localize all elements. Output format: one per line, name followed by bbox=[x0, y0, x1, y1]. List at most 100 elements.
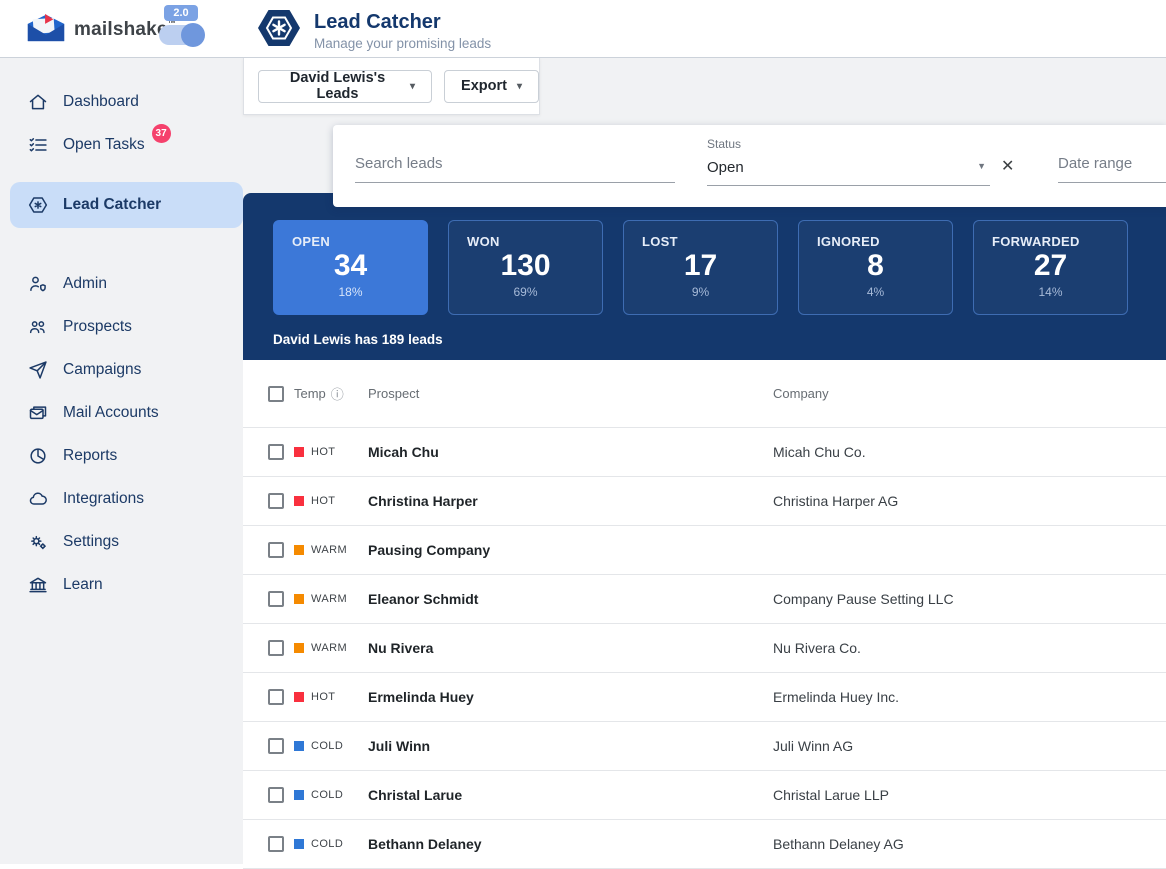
table-row[interactable]: HOT Christina Harper Christina Harper AG bbox=[243, 477, 1166, 526]
sidebar-item[interactable]: Admin bbox=[0, 262, 243, 305]
stat-card[interactable]: WON 130 69% bbox=[448, 220, 603, 315]
stat-card-value: 17 bbox=[624, 250, 777, 282]
row-checkbox[interactable] bbox=[268, 738, 284, 754]
sidebar-item[interactable]: Learn bbox=[0, 563, 243, 606]
sidebar-item[interactable]: Prospects bbox=[0, 305, 243, 348]
row-checkbox[interactable] bbox=[268, 444, 284, 460]
leads-table: Temp ⓘ Prospect Company HOT Micah Chu Mi… bbox=[243, 360, 1166, 864]
stat-card[interactable]: LOST 17 9% bbox=[623, 220, 778, 315]
export-button[interactable]: Export ▾ bbox=[444, 70, 539, 103]
company-name: Christina Harper AG bbox=[773, 493, 1166, 509]
stat-card-percent: 9% bbox=[624, 285, 777, 299]
temp-color-icon bbox=[294, 790, 304, 800]
table-row[interactable]: HOT Micah Chu Micah Chu Co. bbox=[243, 428, 1166, 477]
sidebar-item[interactable]: Settings bbox=[0, 520, 243, 563]
temp-color-icon bbox=[294, 447, 304, 457]
temp-color-icon bbox=[294, 643, 304, 653]
stat-card-percent: 4% bbox=[799, 285, 952, 299]
column-header-temp: Temp ⓘ bbox=[294, 384, 368, 403]
table-row[interactable]: WARM Pausing Company bbox=[243, 526, 1166, 575]
stat-card[interactable]: IGNORED 8 4% bbox=[798, 220, 953, 315]
status-select[interactable]: Status Open ▼ bbox=[707, 137, 990, 186]
column-header-prospect: Prospect bbox=[368, 386, 773, 401]
sidebar-bottom-group: Admin Prospects Campaigns Mail Accounts … bbox=[0, 262, 243, 606]
sidebar-item[interactable]: Mail Accounts bbox=[0, 391, 243, 434]
leads-owner-dropdown[interactable]: David Lewis's Leads ▾ bbox=[258, 70, 432, 103]
stat-card-value: 130 bbox=[449, 250, 602, 282]
sidebar-item-label: Mail Accounts bbox=[63, 404, 159, 422]
row-checkbox[interactable] bbox=[268, 836, 284, 852]
sidebar-item-label: Dashboard bbox=[63, 93, 139, 111]
table-row[interactable]: COLD Christal Larue Christal Larue LLP bbox=[243, 771, 1166, 820]
prospects-icon bbox=[28, 317, 48, 337]
company-name: Juli Winn AG bbox=[773, 738, 1166, 754]
sidebar-item-label: Admin bbox=[63, 275, 107, 293]
row-checkbox[interactable] bbox=[268, 591, 284, 607]
stat-card[interactable]: FORWARDED 27 14% bbox=[973, 220, 1128, 315]
search-input[interactable] bbox=[355, 155, 675, 183]
sidebar-item[interactable]: Campaigns bbox=[0, 348, 243, 391]
table-row[interactable]: COLD Bethann Delaney Bethann Delaney AG bbox=[243, 820, 1166, 869]
prospect-name: Pausing Company bbox=[368, 542, 773, 558]
company-name: Nu Rivera Co. bbox=[773, 640, 1166, 656]
stat-card-label: OPEN bbox=[274, 234, 427, 249]
temp-label: COLD bbox=[311, 740, 343, 752]
temp-label: COLD bbox=[311, 789, 343, 801]
lead-catcher-icon bbox=[256, 7, 302, 54]
company-name: Christal Larue LLP bbox=[773, 787, 1166, 803]
temp-cell: WARM bbox=[294, 544, 368, 556]
sidebar-item[interactable]: Dashboard bbox=[0, 80, 243, 123]
select-all-checkbox[interactable] bbox=[268, 386, 284, 402]
row-checkbox[interactable] bbox=[268, 689, 284, 705]
sidebar-item[interactable]: Integrations bbox=[0, 477, 243, 520]
stat-card-label: WON bbox=[449, 234, 602, 249]
stat-card-percent: 14% bbox=[974, 285, 1127, 299]
prospect-name: Christal Larue bbox=[368, 787, 773, 803]
filter-bar: Status Open ▼ ✕ bbox=[333, 125, 1166, 207]
leads-summary-text: David Lewis has 189 leads bbox=[273, 332, 1166, 347]
prospect-name: Ermelinda Huey bbox=[368, 689, 773, 705]
temp-cell: HOT bbox=[294, 446, 368, 458]
table-row[interactable]: COLD Juli Winn Juli Winn AG bbox=[243, 722, 1166, 771]
version-toggle[interactable] bbox=[159, 25, 203, 45]
sidebar-item-label: Prospects bbox=[63, 318, 132, 336]
sidebar-top-group: Dashboard Open Tasks 37 bbox=[0, 80, 243, 166]
company-name: Micah Chu Co. bbox=[773, 444, 1166, 460]
sidebar-item-lead-catcher[interactable]: Lead Catcher bbox=[10, 182, 243, 228]
table-row[interactable]: WARM Nu Rivera Nu Rivera Co. bbox=[243, 624, 1166, 673]
temp-label: WARM bbox=[311, 593, 347, 605]
row-checkbox[interactable] bbox=[268, 787, 284, 803]
sidebar-item[interactable]: Reports bbox=[0, 434, 243, 477]
toggle-knob bbox=[181, 23, 205, 47]
clear-status-icon[interactable]: ✕ bbox=[1001, 156, 1014, 176]
info-icon[interactable]: ⓘ bbox=[331, 384, 344, 403]
temp-cell: COLD bbox=[294, 740, 368, 752]
sidebar-item[interactable]: Open Tasks 37 bbox=[0, 123, 243, 166]
temp-color-icon bbox=[294, 741, 304, 751]
lead-stats-band: OPEN 34 18% WON 130 69% LOST 17 9% bbox=[243, 193, 1166, 360]
row-checkbox[interactable] bbox=[268, 640, 284, 656]
date-range-input[interactable] bbox=[1058, 155, 1166, 183]
prospect-name: Juli Winn bbox=[368, 738, 773, 754]
temp-cell: COLD bbox=[294, 789, 368, 801]
page-header: Lead Catcher Manage your promising leads bbox=[256, 7, 491, 54]
table-row[interactable]: WARM Eleanor Schmidt Company Pause Setti… bbox=[243, 575, 1166, 624]
table-row[interactable]: HOT Ermelinda Huey Ermelinda Huey Inc. bbox=[243, 673, 1166, 722]
row-checkbox[interactable] bbox=[268, 542, 284, 558]
table-header-row: Temp ⓘ Prospect Company bbox=[243, 360, 1166, 428]
status-label: Status bbox=[707, 137, 990, 151]
row-checkbox[interactable] bbox=[268, 493, 284, 509]
stat-card-percent: 18% bbox=[274, 285, 427, 299]
settings-icon bbox=[28, 532, 48, 552]
home-icon bbox=[28, 92, 48, 112]
company-name: Bethann Delaney AG bbox=[773, 836, 1166, 852]
prospect-name: Eleanor Schmidt bbox=[368, 591, 773, 607]
company-name: Company Pause Setting LLC bbox=[773, 591, 1166, 607]
stat-card[interactable]: OPEN 34 18% bbox=[273, 220, 428, 315]
sidebar-item-label: Reports bbox=[63, 447, 117, 465]
main-content: David Lewis's Leads ▾ Export ▾ Status Op… bbox=[243, 58, 1166, 864]
status-value: Open ▼ bbox=[707, 159, 990, 186]
stat-card-value: 8 bbox=[799, 250, 952, 282]
temp-color-icon bbox=[294, 594, 304, 604]
stat-card-label: LOST bbox=[624, 234, 777, 249]
